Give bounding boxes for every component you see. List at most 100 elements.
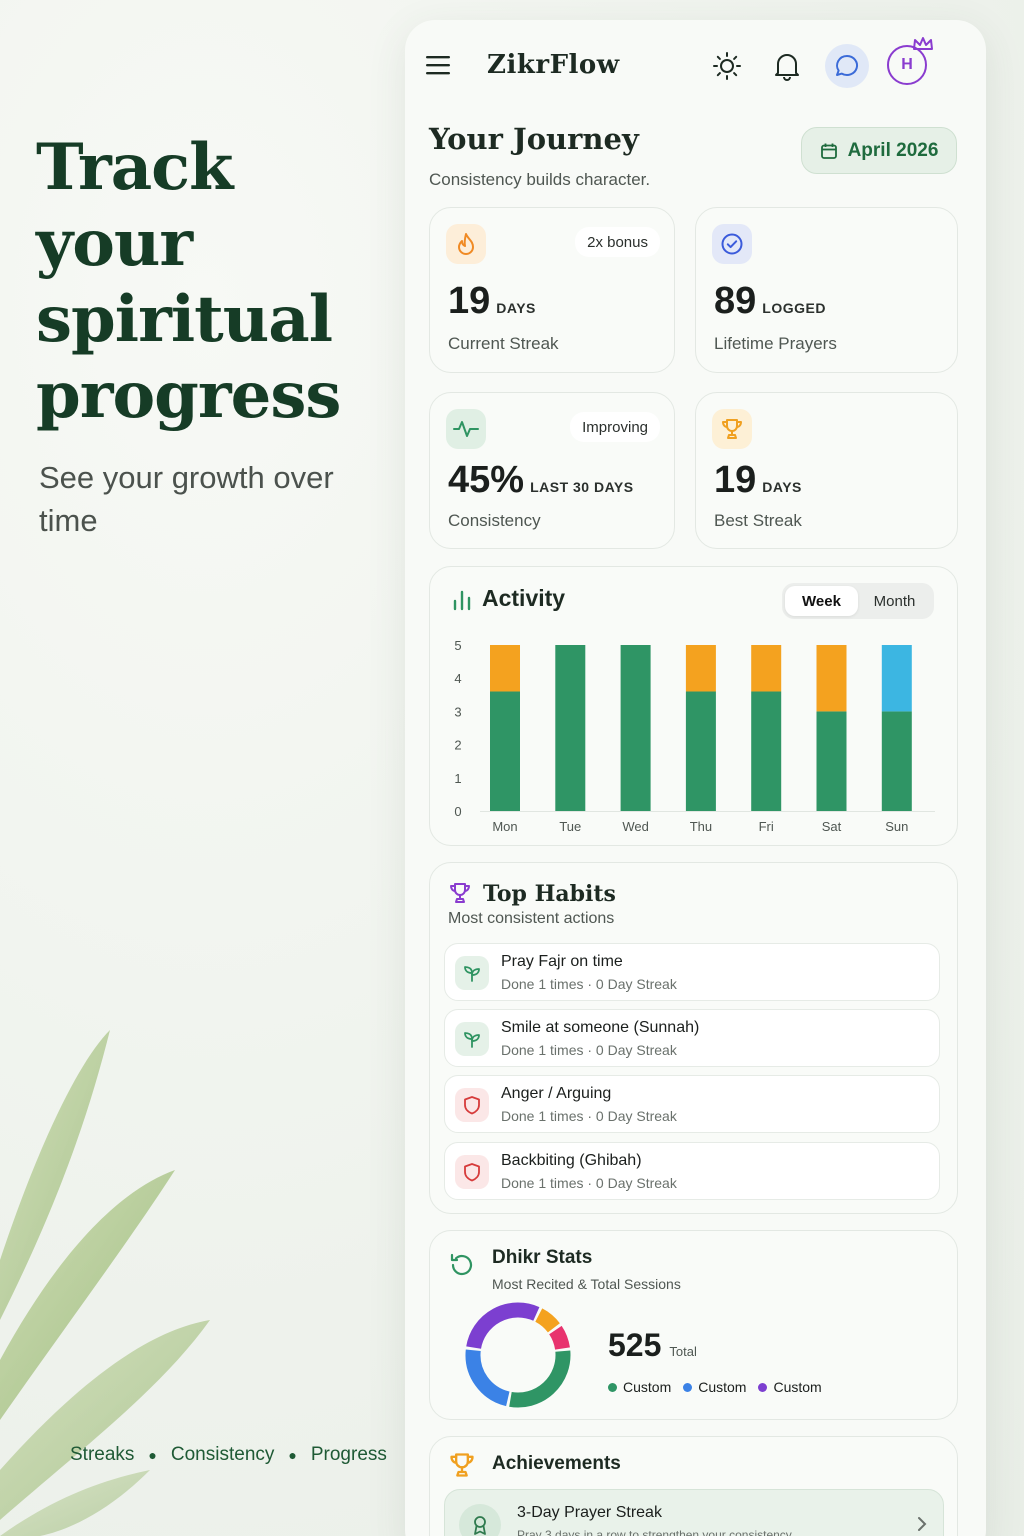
legend-item: Custom xyxy=(608,1379,671,1395)
bar-segment xyxy=(881,711,912,811)
habit-name: Backbiting (Ghibah) xyxy=(501,1152,642,1169)
donut-slice xyxy=(509,1350,571,1408)
dhikr-subtitle: Most Recited & Total Sessions xyxy=(492,1276,681,1292)
top-habits-card: Top Habits Most consistent actions Pray … xyxy=(429,862,958,1214)
donut-slice xyxy=(548,1325,570,1350)
stat-value: 19 DAYS xyxy=(714,459,802,501)
top-bar: ZikrFlow H xyxy=(405,20,986,112)
x-tick-label: Wed xyxy=(622,819,649,834)
donut-slice xyxy=(465,1349,510,1407)
habit-item[interactable]: Backbiting (Ghibah) Done 1 times · 0 Day… xyxy=(444,1142,940,1200)
crown-icon xyxy=(913,37,933,50)
calendar-icon xyxy=(820,143,837,159)
tag-separator: ● xyxy=(148,1447,157,1463)
theme-toggle-button[interactable] xyxy=(705,44,749,88)
bar-segment xyxy=(881,645,912,712)
hero-section: Track your spiritual progress See your g… xyxy=(36,130,396,542)
achievements-title: Achievements xyxy=(492,1453,621,1474)
app-name: ZikrFlow xyxy=(487,50,620,80)
donut-slice xyxy=(466,1302,540,1350)
shield-icon xyxy=(455,1155,489,1189)
month-label: April 2026 xyxy=(847,139,939,161)
pulse-icon xyxy=(446,409,486,449)
activity-title: Activity xyxy=(482,585,566,611)
sun-icon xyxy=(713,52,741,80)
hero-title: Track your spiritual progress xyxy=(36,130,341,433)
tag-consistency: Consistency xyxy=(170,1444,275,1465)
y-tick-label: 2 xyxy=(454,738,461,753)
stat-card-consistency[interactable]: Improving 45% LAST 30 DAYS Consistency xyxy=(429,392,675,549)
dhikr-stats-card: Dhikr Stats Most Recited & Total Session… xyxy=(429,1230,958,1420)
chat-button[interactable] xyxy=(825,44,869,88)
dhikr-total: 525 Total xyxy=(608,1327,697,1364)
bell-icon xyxy=(775,54,799,81)
habit-meta: Done 1 times · 0 Day Streak xyxy=(501,976,677,992)
habit-meta: Done 1 times · 0 Day Streak xyxy=(501,1042,677,1058)
stat-card-lifetime-prayers[interactable]: 89 LOGGED Lifetime Prayers xyxy=(695,207,958,373)
habit-name: Smile at someone (Sunnah) xyxy=(501,1019,700,1036)
refresh-icon xyxy=(450,1253,473,1276)
period-toggle: Week Month xyxy=(782,583,934,619)
achievement-description: Pray 3 days in a row to strengthen your … xyxy=(517,1528,792,1536)
stat-value: 45% LAST 30 DAYS xyxy=(448,459,634,501)
notifications-button[interactable] xyxy=(765,44,809,88)
tab-month[interactable]: Month xyxy=(858,586,931,616)
app-screen: ZikrFlow H Your Journey Consistency buil… xyxy=(405,20,986,1536)
achievements-card: Achievements 3-Day Prayer Streak Pray 3 … xyxy=(429,1436,958,1536)
stat-card-current-streak[interactable]: 2x bonus 19 DAYS Current Streak xyxy=(429,207,675,373)
trophy-icon xyxy=(712,409,752,449)
page-subtitle: Consistency builds character. xyxy=(429,170,651,189)
trophy-icon xyxy=(450,1453,474,1477)
hero-subtitle: See your growth over time xyxy=(39,460,334,538)
check-circle-icon xyxy=(712,224,752,264)
habits-title: Top Habits xyxy=(483,881,616,907)
month-picker-button[interactable]: April 2026 xyxy=(801,127,957,174)
stat-label: Current Streak xyxy=(448,334,559,353)
dhikr-title: Dhikr Stats xyxy=(492,1247,593,1268)
tab-week[interactable]: Week xyxy=(785,586,858,616)
bar-segment xyxy=(555,645,586,811)
activity-card: Activity Week Month 0 1 2 3 4 5 Mon Tue Wed Thu Fr… xyxy=(429,566,958,846)
flame-icon xyxy=(446,224,486,264)
dhikr-donut-chart xyxy=(465,1302,571,1408)
stat-value: 89 LOGGED xyxy=(714,280,826,322)
feature-tags: Streaks ● Consistency ● Progress xyxy=(70,1444,387,1466)
chevron-right-icon xyxy=(918,1517,927,1531)
page-title: Your Journey xyxy=(429,122,639,156)
award-icon xyxy=(459,1504,501,1536)
x-tick-label: Fri xyxy=(759,819,774,834)
legend-item: Custom xyxy=(683,1379,746,1395)
trophy-icon xyxy=(450,883,470,903)
dhikr-total-value: 525 xyxy=(608,1327,662,1363)
x-tick-label: Sun xyxy=(885,819,908,834)
habit-item[interactable]: Smile at someone (Sunnah) Done 1 times ·… xyxy=(444,1009,940,1067)
habit-name: Anger / Arguing xyxy=(501,1085,612,1102)
stat-label: Consistency xyxy=(448,511,541,530)
bar-segment xyxy=(751,691,782,811)
stat-card-best-streak[interactable]: 19 DAYS Best Streak xyxy=(695,392,958,549)
shield-icon xyxy=(455,1088,489,1122)
bar-segment xyxy=(490,691,520,811)
bar-segment xyxy=(685,645,716,692)
y-tick-label: 4 xyxy=(454,671,461,686)
y-tick-label: 0 xyxy=(454,804,461,819)
menu-icon[interactable] xyxy=(425,54,451,76)
stat-label: Best Streak xyxy=(714,511,802,530)
tag-progress: Progress xyxy=(310,1444,387,1465)
habits-subtitle: Most consistent actions xyxy=(448,910,615,927)
dhikr-legend: Custom Custom Custom xyxy=(608,1379,822,1395)
activity-chart: 0 1 2 3 4 5 Mon Tue Wed Thu Fri Sat Sun xyxy=(454,638,935,834)
legend-item: Custom xyxy=(758,1379,822,1395)
bar-segment xyxy=(685,691,716,811)
habit-item[interactable]: Anger / Arguing Done 1 times · 0 Day Str… xyxy=(444,1075,940,1133)
achievement-item[interactable]: 3-Day Prayer Streak Pray 3 days in a row… xyxy=(444,1489,944,1536)
habit-item[interactable]: Pray Fajr on time Done 1 times · 0 Day S… xyxy=(444,943,940,1001)
bar-segment xyxy=(490,645,520,692)
habit-meta: Done 1 times · 0 Day Streak xyxy=(501,1175,677,1191)
trend-badge: Improving xyxy=(570,412,660,442)
y-tick-label: 3 xyxy=(454,704,461,719)
bar-segment xyxy=(620,645,651,811)
donut-slice xyxy=(534,1308,560,1333)
stat-label: Lifetime Prayers xyxy=(714,334,837,353)
tag-streaks: Streaks xyxy=(70,1444,135,1465)
